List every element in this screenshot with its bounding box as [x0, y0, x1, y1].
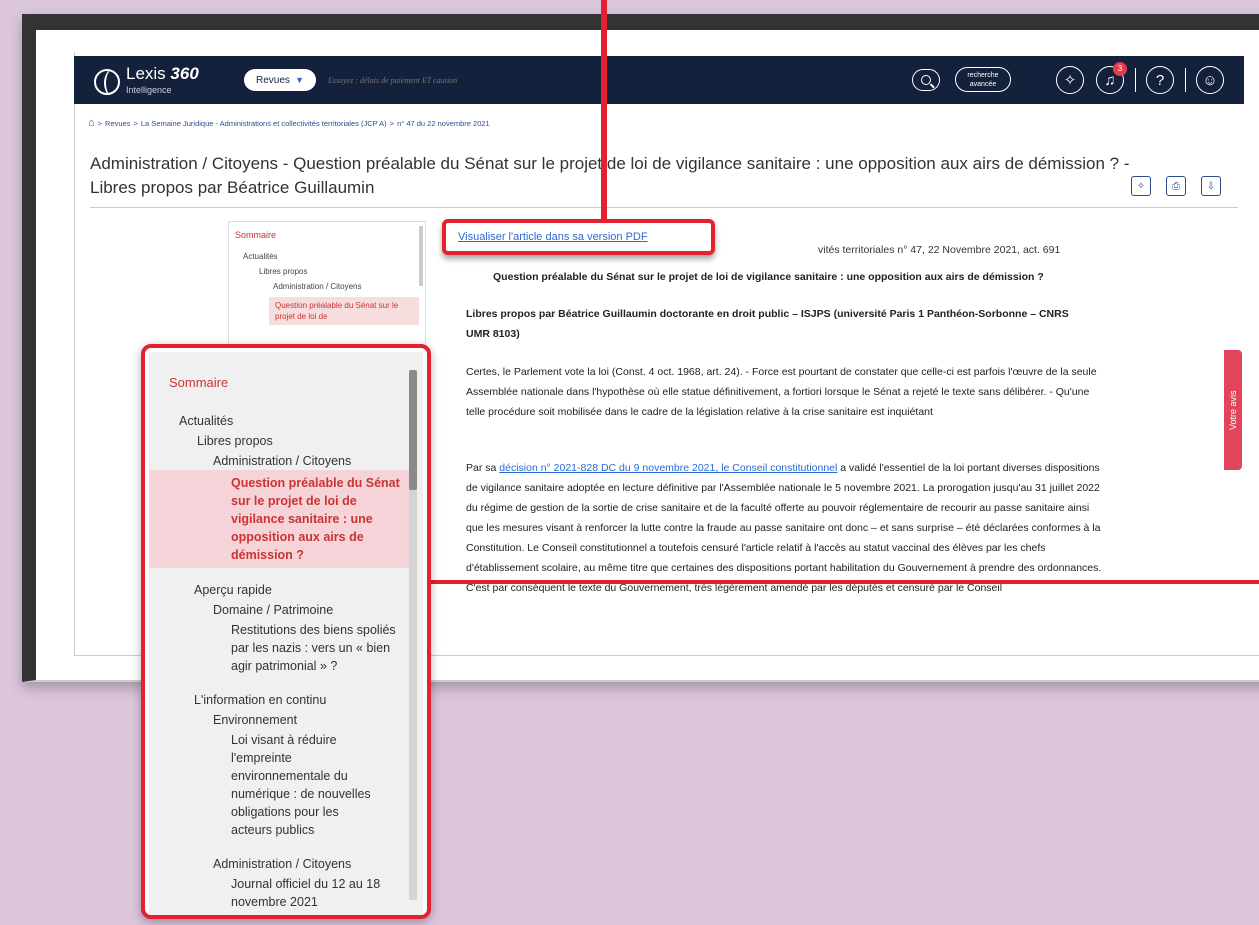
print-icon[interactable]: ⎙ — [1166, 176, 1186, 196]
toc-heading: Sommaire — [169, 375, 229, 390]
scrollbar-thumb[interactable] — [409, 370, 417, 490]
toc-item[interactable]: Environnement — [213, 711, 297, 729]
divider — [1135, 68, 1136, 92]
logo-subtitle: Intelligence — [126, 85, 172, 95]
callout-line — [430, 580, 1259, 584]
article-author: Libres propos par Béatrice Guillaumin do… — [466, 308, 1069, 340]
breadcrumb-item[interactable]: n° 47 du 22 novembre 2021 — [397, 119, 490, 128]
article-paragraph: Par sa décision n° 2021-828 DC du 9 nove… — [466, 462, 1102, 594]
toc-item[interactable]: Journal officiel du 12 au 18 novembre 20… — [231, 875, 401, 911]
chevron-down-icon: ▼ — [295, 75, 304, 85]
logo-number: 360 — [170, 64, 199, 83]
toc-item[interactable]: Domaine / Patrimoine — [213, 601, 333, 619]
article-title: Question préalable du Sénat sur le proje… — [493, 271, 1044, 283]
toc-item[interactable]: Aperçu rapide — [194, 581, 272, 599]
divider — [90, 207, 1238, 208]
toc-item[interactable]: Loi visant à réduire l'empreinte environ… — [231, 731, 381, 839]
notification-badge: 3 — [1113, 62, 1127, 76]
pin-icon[interactable]: ✧ — [1056, 66, 1084, 94]
toc-item[interactable]: Restitutions des biens spoliés par les n… — [231, 621, 406, 675]
pdf-link[interactable]: Visualiser l'article dans sa version PDF — [458, 231, 648, 243]
article-source: vités territoriales n° 47, 22 Novembre 2… — [818, 244, 1061, 256]
download-icon[interactable]: ⇩ — [1201, 176, 1221, 196]
advanced-search-button[interactable]: recherche avancée — [955, 67, 1011, 92]
sommaire-zoom: Sommaire Actualités Libres propos Admini… — [141, 344, 431, 919]
search-button[interactable] — [912, 69, 940, 91]
mini-toc-item[interactable]: Administration / Citoyens — [229, 276, 425, 291]
toc-item[interactable]: L'information en continu — [194, 691, 326, 709]
pin-icon[interactable]: ✧ — [1131, 176, 1151, 196]
mini-sommaire: Sommaire Actualités Libres propos Admini… — [228, 221, 426, 351]
mini-toc-heading: Sommaire — [235, 230, 277, 240]
toc-item-selected[interactable]: Question préalable du Sénat sur le proje… — [231, 474, 406, 564]
search-icon — [921, 75, 931, 85]
toc-item[interactable]: Administration / Citoyens — [213, 452, 351, 470]
lexis-logo[interactable]: Lexis 360 Intelligence — [94, 64, 199, 98]
decision-link[interactable]: décision n° 2021-828 DC du 9 novembre 20… — [499, 462, 837, 474]
mini-toc-item[interactable]: Actualités — [229, 240, 425, 261]
home-icon[interactable]: ⌂ — [88, 117, 95, 129]
feedback-tab[interactable]: Votre avis — [1224, 350, 1242, 470]
divider — [1185, 68, 1186, 92]
scrollbar[interactable] — [419, 226, 423, 286]
scope-label: Revues — [256, 74, 290, 86]
scope-dropdown[interactable]: Revues ▼ — [244, 69, 316, 91]
toc-item[interactable]: Actualités — [179, 412, 233, 430]
page-title: Administration / Citoyens - Question pré… — [90, 154, 1130, 197]
toc-item[interactable]: Administration / Citoyens — [213, 855, 351, 873]
breadcrumb-item[interactable]: La Semaine Juridique - Administrations e… — [141, 119, 387, 128]
top-navbar: Lexis 360 Intelligence Revues ▼ recherch… — [74, 56, 1244, 104]
search-input[interactable] — [324, 69, 906, 91]
mini-toc-item[interactable]: Libres propos — [229, 261, 425, 276]
user-icon[interactable]: ☺ — [1196, 66, 1224, 94]
breadcrumb-item[interactable]: Revues — [105, 119, 130, 128]
mini-toc-selected[interactable]: Question préalable du Sénat sur le proje… — [269, 297, 419, 325]
logo-text: Lexis — [126, 64, 171, 83]
breadcrumb: ⌂ > Revues > La Semaine Juridique - Admini… — [88, 117, 490, 129]
toc-item[interactable]: Libres propos — [197, 432, 273, 450]
lexis-logo-icon — [94, 69, 120, 95]
pdf-callout: Visualiser l'article dans sa version PDF — [442, 219, 715, 255]
help-icon[interactable]: ? — [1146, 66, 1174, 94]
article-paragraph: Certes, le Parlement vote la loi (Const.… — [466, 366, 1097, 418]
callout-line — [601, 0, 607, 219]
